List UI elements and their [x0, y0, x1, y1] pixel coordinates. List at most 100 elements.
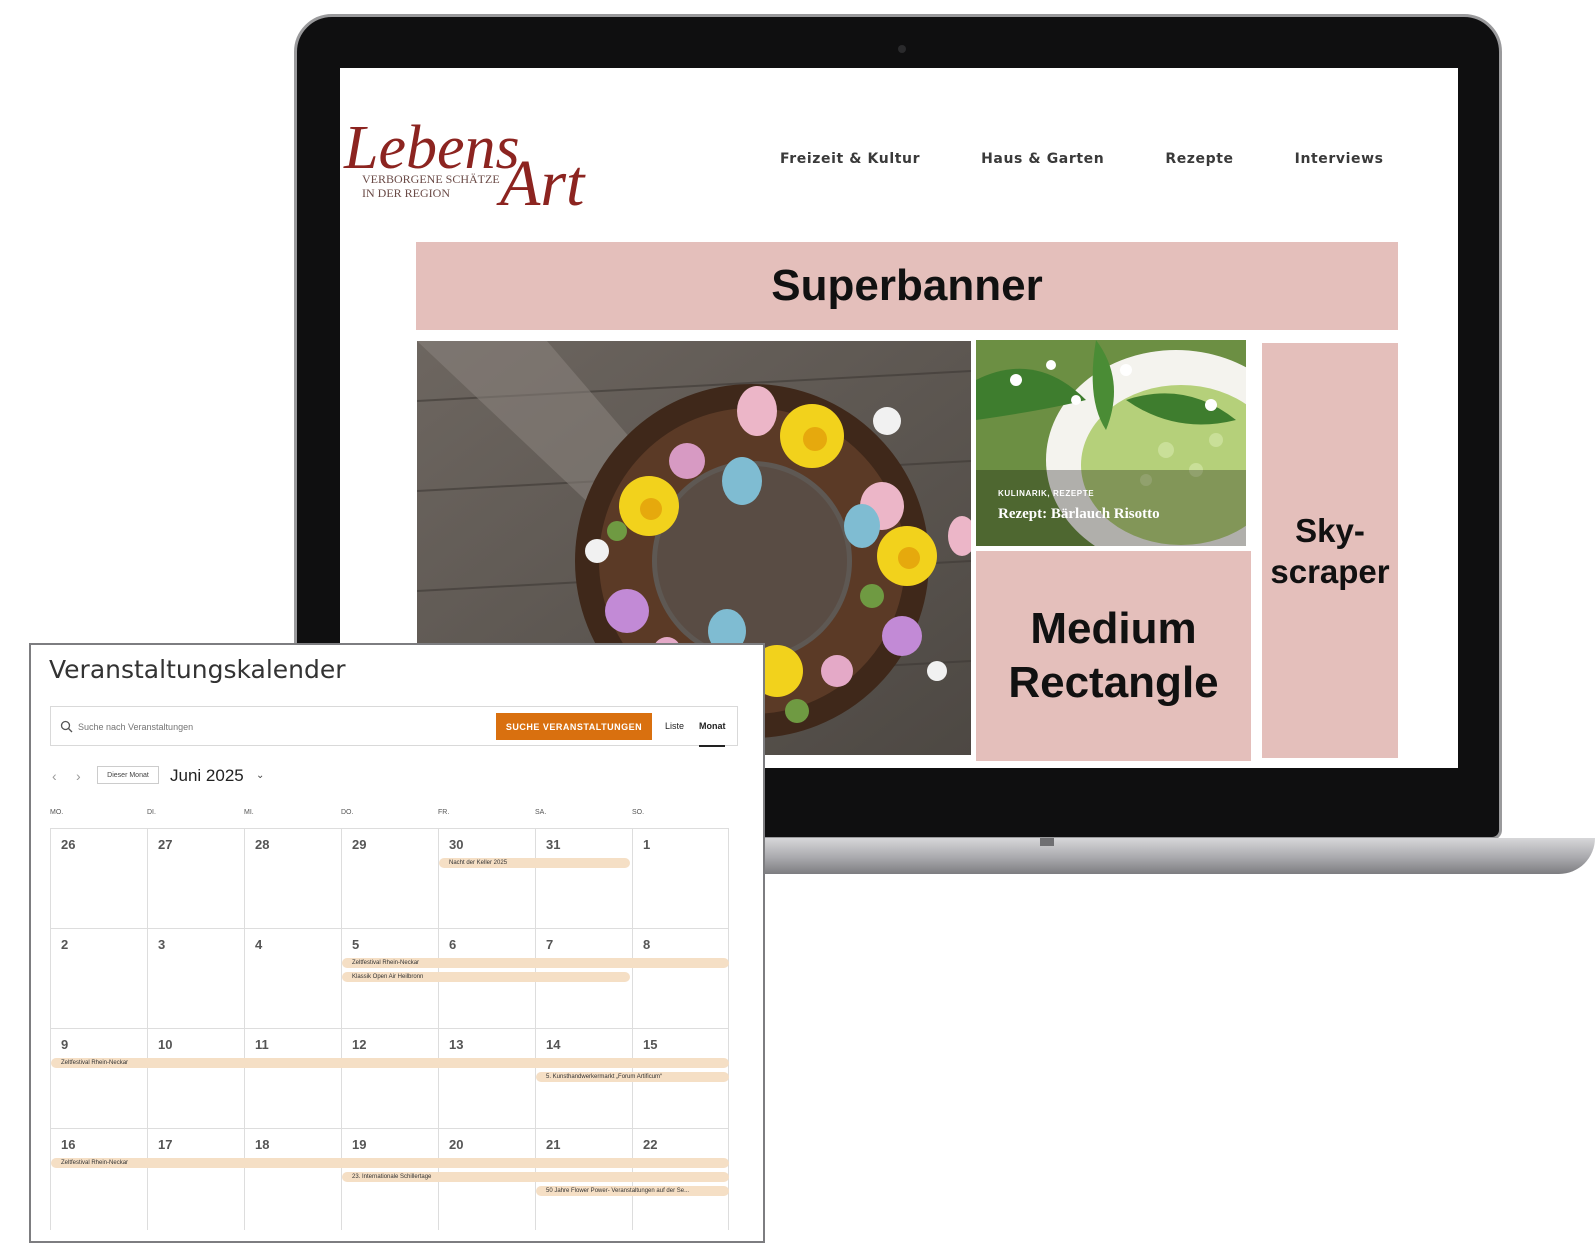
calendar-day-cell[interactable]: 26 — [50, 829, 147, 930]
day-number: 5 — [352, 937, 360, 952]
day-number: 17 — [158, 1137, 173, 1152]
calendar-event[interactable]: 23. Internationale Schillertage — [342, 1172, 729, 1182]
calendar-day-cell[interactable]: 9 — [50, 1029, 147, 1130]
day-number: 27 — [158, 837, 173, 852]
calendar-day-cell[interactable]: 17 — [147, 1129, 244, 1230]
calendar-day-cell[interactable]: 29 — [341, 829, 438, 930]
calendar-day-cell[interactable]: 11 — [244, 1029, 341, 1130]
nav-haus-garten[interactable]: Haus & Garten — [981, 151, 1104, 167]
weekday-label: DI. — [147, 809, 156, 816]
event-search-input[interactable] — [76, 716, 440, 738]
superbanner-ad[interactable]: Superbanner — [416, 242, 1398, 330]
nav-rezepte[interactable]: Rezepte — [1165, 151, 1233, 167]
svg-text:VERBORGENE SCHÄTZE: VERBORGENE SCHÄTZE — [362, 172, 500, 186]
day-number: 3 — [158, 937, 166, 952]
medium-rectangle-ad[interactable]: Medium Rectangle — [976, 551, 1251, 761]
day-number: 18 — [255, 1137, 270, 1152]
main-nav: Freizeit & Kultur Haus & Garten Rezepte Int… — [780, 150, 1390, 174]
calendar-day-cell[interactable]: 4 — [244, 929, 341, 1030]
weekday-label: MO. — [50, 809, 64, 816]
day-number: 9 — [61, 1037, 69, 1052]
skyscraper-line2: scraper — [1270, 552, 1390, 590]
view-tab-list[interactable]: Liste — [665, 721, 684, 731]
camera-icon — [898, 45, 906, 53]
view-tab-month[interactable]: Monat — [699, 721, 726, 731]
nav-interviews[interactable]: Interviews & Ge — [1295, 151, 1390, 167]
calendar-title: Veranstaltungskalender — [49, 655, 346, 684]
article-categories: KULINARIK, REZEPTE — [998, 489, 1095, 498]
day-number: 21 — [546, 1137, 561, 1152]
calendar-week-row: 26 27 28 29 30 31 1 — [50, 828, 729, 930]
laptop-hinge-notch — [1040, 838, 1054, 846]
active-tab-indicator — [699, 745, 725, 747]
site-logo[interactable]: Lebens Art VERBORGENE SCHÄTZE IN DER REG… — [342, 108, 652, 220]
day-number: 14 — [546, 1037, 561, 1052]
article-title[interactable]: Rezept: Bärlauch Risotto — [998, 506, 1160, 523]
day-number: 16 — [61, 1137, 76, 1152]
laptop-base — [724, 838, 1595, 874]
chevron-right-icon[interactable]: › — [76, 768, 81, 784]
day-number: 7 — [546, 937, 554, 952]
event-calendar-widget: Veranstaltungskalender SUCHE VERANSTALTU… — [29, 643, 765, 1243]
day-number: 4 — [255, 937, 263, 952]
calendar-event[interactable]: Zeltfestival Rhein-Neckar — [51, 1158, 729, 1168]
calendar-day-cell[interactable]: 13 — [438, 1029, 535, 1130]
skyscraper-line1: Sky- — [1295, 511, 1365, 549]
calendar-day-cell[interactable]: 2 — [50, 929, 147, 1030]
day-number: 19 — [352, 1137, 367, 1152]
day-number: 28 — [255, 837, 270, 852]
day-number: 10 — [158, 1037, 173, 1052]
calendar-day-cell[interactable]: 8 — [632, 929, 729, 1030]
skyscraper-ad[interactable]: Sky- scraper — [1262, 343, 1398, 758]
calendar-day-cell[interactable]: 30 — [438, 829, 535, 930]
day-number: 15 — [643, 1037, 658, 1052]
day-number: 20 — [449, 1137, 464, 1152]
calendar-event[interactable]: Nacht der Keller 2025 — [439, 858, 630, 868]
weekday-label: DO. — [341, 809, 354, 816]
calendar-day-cell[interactable]: 31 — [535, 829, 632, 930]
calendar-day-cell[interactable]: 27 — [147, 829, 244, 930]
calendar-day-cell[interactable]: 18 — [244, 1129, 341, 1230]
calendar-event[interactable]: 50 Jahre Flower Power- Veranstaltungen a… — [536, 1186, 729, 1196]
chevron-left-icon[interactable]: ‹ — [52, 768, 57, 784]
weekday-label: MI. — [244, 809, 254, 816]
search-icon — [60, 720, 73, 733]
calendar-day-cell[interactable]: 28 — [244, 829, 341, 930]
calendar-event[interactable]: Zeltfestival Rhein-Neckar — [51, 1058, 729, 1068]
calendar-event[interactable]: 5. Kunsthandwerkermarkt „Forum Artificum… — [536, 1072, 729, 1082]
calendar-event[interactable]: Klassik Open Air Heilbronn — [342, 972, 630, 982]
calendar-day-cell[interactable]: 10 — [147, 1029, 244, 1130]
calendar-day-cell[interactable]: 3 — [147, 929, 244, 1030]
weekday-label: FR. — [438, 809, 450, 816]
nav-freizeit-kultur[interactable]: Freizeit & Kultur — [780, 151, 920, 167]
calendar-search-bar: SUCHE VERANSTALTUNGEN Liste Monat — [50, 706, 738, 747]
calendar-day-cell[interactable]: 12 — [341, 1029, 438, 1130]
logo-graphic: Lebens Art VERBORGENE SCHÄTZE IN DER REG… — [343, 114, 586, 220]
day-number: 12 — [352, 1037, 367, 1052]
calendar-day-cell[interactable]: 16 — [50, 1129, 147, 1230]
day-number: 30 — [449, 837, 464, 852]
weekday-label: SO. — [632, 809, 645, 816]
day-number: 1 — [643, 837, 651, 852]
day-number: 29 — [352, 837, 367, 852]
day-number: 6 — [449, 937, 457, 952]
calendar-event[interactable]: Zeltfestival Rhein-Neckar — [342, 958, 729, 968]
svg-text:IN DER REGION: IN DER REGION — [362, 186, 450, 200]
month-grid: 26 27 28 29 30 31 1 2 3 4 5 6 7 8 9 10 11 12 13 14 15 16 17 18 1… — [50, 828, 729, 1241]
day-number: 31 — [546, 837, 561, 852]
day-number: 13 — [449, 1037, 464, 1052]
weekday-header: MO. DI. MI. DO. FR. SA. SO. — [50, 809, 730, 821]
medium-rect-line1: Medium — [1030, 604, 1197, 653]
search-events-button[interactable]: SUCHE VERANSTALTUNGEN — [496, 713, 652, 740]
day-number: 26 — [61, 837, 76, 852]
this-month-button[interactable]: Dieser Monat — [97, 766, 159, 784]
calendar-navigation: ‹ › Dieser Monat Juni 2025 ⌄ — [50, 764, 738, 790]
weekday-label: SA. — [535, 809, 547, 816]
featured-article-card[interactable]: KULINARIK, REZEPTE Rezept: Bärlauch Riso… — [976, 340, 1246, 546]
day-number: 22 — [643, 1137, 658, 1152]
month-selector[interactable]: Juni 2025 — [170, 766, 244, 786]
day-number: 11 — [255, 1037, 269, 1052]
calendar-day-cell[interactable]: 1 — [632, 829, 729, 930]
day-number: 8 — [643, 937, 651, 952]
chevron-down-icon[interactable]: ⌄ — [256, 770, 264, 781]
